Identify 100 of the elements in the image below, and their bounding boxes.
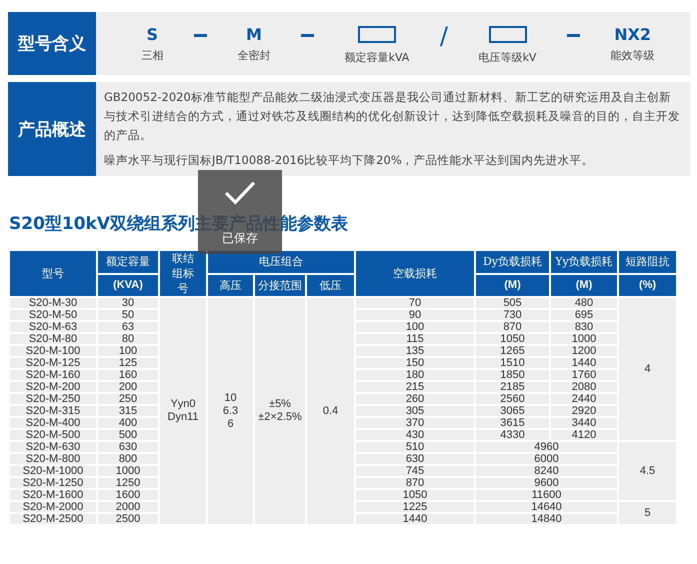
table-cell: 1600 bbox=[98, 490, 158, 500]
table-cell: S20-M-250 bbox=[10, 394, 96, 404]
table-cell: 305 bbox=[356, 406, 474, 416]
table-cell: S20-M-800 bbox=[10, 454, 96, 464]
table-cell: 4330 bbox=[476, 430, 549, 440]
checkmark-icon bbox=[223, 180, 257, 206]
table-cell: S20-M-50 bbox=[10, 310, 96, 320]
column-header: (M) bbox=[551, 274, 617, 296]
table-cell: 150 bbox=[356, 358, 474, 368]
column-header: 电压组合 bbox=[208, 251, 354, 272]
table-cell: 100 bbox=[356, 322, 474, 332]
table-cell: ±5% ±2×2.5% bbox=[255, 298, 305, 524]
code-label: 能效等级 bbox=[610, 48, 655, 62]
column-header: 空载损耗 bbox=[356, 251, 474, 296]
table-cell: 8240 bbox=[476, 466, 617, 476]
section-label: 型号含义 bbox=[8, 12, 96, 75]
table-cell: 3615 bbox=[476, 418, 549, 428]
table-cell: 115 bbox=[356, 334, 474, 344]
table-cell: S20-M-100 bbox=[10, 346, 96, 356]
table-cell: 630 bbox=[356, 454, 474, 464]
table-cell: 870 bbox=[356, 478, 474, 488]
toast-text: 已保存 bbox=[222, 231, 258, 247]
table-cell: 370 bbox=[356, 418, 474, 428]
column-header: 型号 bbox=[10, 251, 96, 296]
section-label: 产品概述 bbox=[8, 82, 96, 176]
table-cell: 14840 bbox=[476, 514, 617, 524]
table-cell: 1050 bbox=[356, 490, 474, 500]
table-cell: 430 bbox=[356, 430, 474, 440]
table-cell: S20-M-1000 bbox=[10, 466, 96, 476]
table-cell: 1760 bbox=[551, 370, 617, 380]
table-cell: 1200 bbox=[551, 346, 617, 356]
table-cell: 30 bbox=[98, 298, 158, 308]
table-cell: 4960 bbox=[476, 442, 617, 452]
column-header: (KVA) bbox=[98, 274, 158, 296]
table-cell: 260 bbox=[356, 394, 474, 404]
table-cell: 1050 bbox=[476, 334, 549, 344]
table-cell: 4.5 bbox=[619, 442, 676, 500]
table-cell: 11600 bbox=[476, 490, 617, 500]
table-cell: 870 bbox=[476, 322, 549, 332]
table-cell: S20-M-2000 bbox=[10, 502, 96, 512]
column-header: (M) bbox=[476, 274, 549, 296]
table-cell: 1440 bbox=[356, 514, 474, 524]
table-cell: 2500 bbox=[98, 514, 158, 524]
table-cell: S20-M-80 bbox=[10, 334, 96, 344]
table-cell: 90 bbox=[356, 310, 474, 320]
column-header: 低压 bbox=[307, 274, 354, 296]
placeholder-box bbox=[488, 26, 527, 42]
code-label: 全密封 bbox=[237, 48, 270, 62]
table-cell: 800 bbox=[98, 454, 158, 464]
table-cell: 1265 bbox=[476, 346, 549, 356]
table-cell: 200 bbox=[98, 382, 158, 392]
table-cell: S20-M-160 bbox=[10, 370, 96, 380]
table-cell: 500 bbox=[98, 430, 158, 440]
table-cell: 14640 bbox=[476, 502, 617, 512]
table-cell: 695 bbox=[551, 310, 617, 320]
model-code: S bbox=[146, 24, 158, 44]
table-cell: 830 bbox=[551, 322, 617, 332]
placeholder-box bbox=[358, 26, 396, 42]
table-cell: 1250 bbox=[98, 478, 158, 488]
column-header: 高压 bbox=[208, 274, 253, 296]
table-cell: 1225 bbox=[356, 502, 474, 512]
table-cell: S20-M-1250 bbox=[10, 478, 96, 488]
column-header: Dy负载损耗 bbox=[476, 251, 549, 272]
table-cell: 1000 bbox=[551, 334, 617, 344]
table-cell: 2560 bbox=[476, 394, 549, 404]
table-cell: 2920 bbox=[551, 406, 617, 416]
table-cell: S20-M-63 bbox=[10, 322, 96, 332]
dash-icon bbox=[301, 34, 314, 37]
table-cell: 510 bbox=[356, 442, 474, 452]
table-cell: 400 bbox=[98, 418, 158, 428]
table-cell: S20-M-30 bbox=[10, 298, 96, 308]
code-label: 电压等级kV bbox=[478, 50, 536, 64]
table-cell: 6000 bbox=[476, 454, 617, 464]
table-cell: 745 bbox=[356, 466, 474, 476]
table-cell: 0.4 bbox=[307, 298, 354, 524]
table-cell: 4 bbox=[619, 298, 676, 440]
table-cell: 180 bbox=[356, 370, 474, 380]
code-label: 三相 bbox=[141, 48, 164, 62]
table-cell: 2440 bbox=[551, 394, 617, 404]
table-cell: 480 bbox=[551, 298, 617, 308]
table-cell: 630 bbox=[98, 442, 158, 452]
table-cell: 2080 bbox=[551, 382, 617, 392]
dash-icon bbox=[567, 34, 580, 37]
table-cell: 3065 bbox=[476, 406, 549, 416]
description-text: 噪声水平与现行国标JB/T10088-2016比较平均下降20%，产品性能水平达到国内先进水平。 bbox=[104, 152, 595, 169]
table-cell: 1000 bbox=[98, 466, 158, 476]
column-header: 额定容量 bbox=[98, 251, 158, 272]
table-cell: 315 bbox=[98, 406, 158, 416]
table-cell: 63 bbox=[98, 322, 158, 332]
table-cell: 9600 bbox=[476, 478, 617, 488]
column-header: (%) bbox=[619, 274, 676, 296]
model-code: NX2 bbox=[614, 24, 652, 44]
table-cell: 70 bbox=[356, 298, 474, 308]
column-header: 短路阻抗 bbox=[619, 251, 676, 272]
table-cell: 5 bbox=[619, 502, 676, 524]
table-cell: S20-M-2500 bbox=[10, 514, 96, 524]
table-cell: 215 bbox=[356, 382, 474, 392]
column-header: 联结组标号 bbox=[160, 251, 206, 296]
table-cell: 1440 bbox=[551, 358, 617, 368]
table-cell: 250 bbox=[98, 394, 158, 404]
